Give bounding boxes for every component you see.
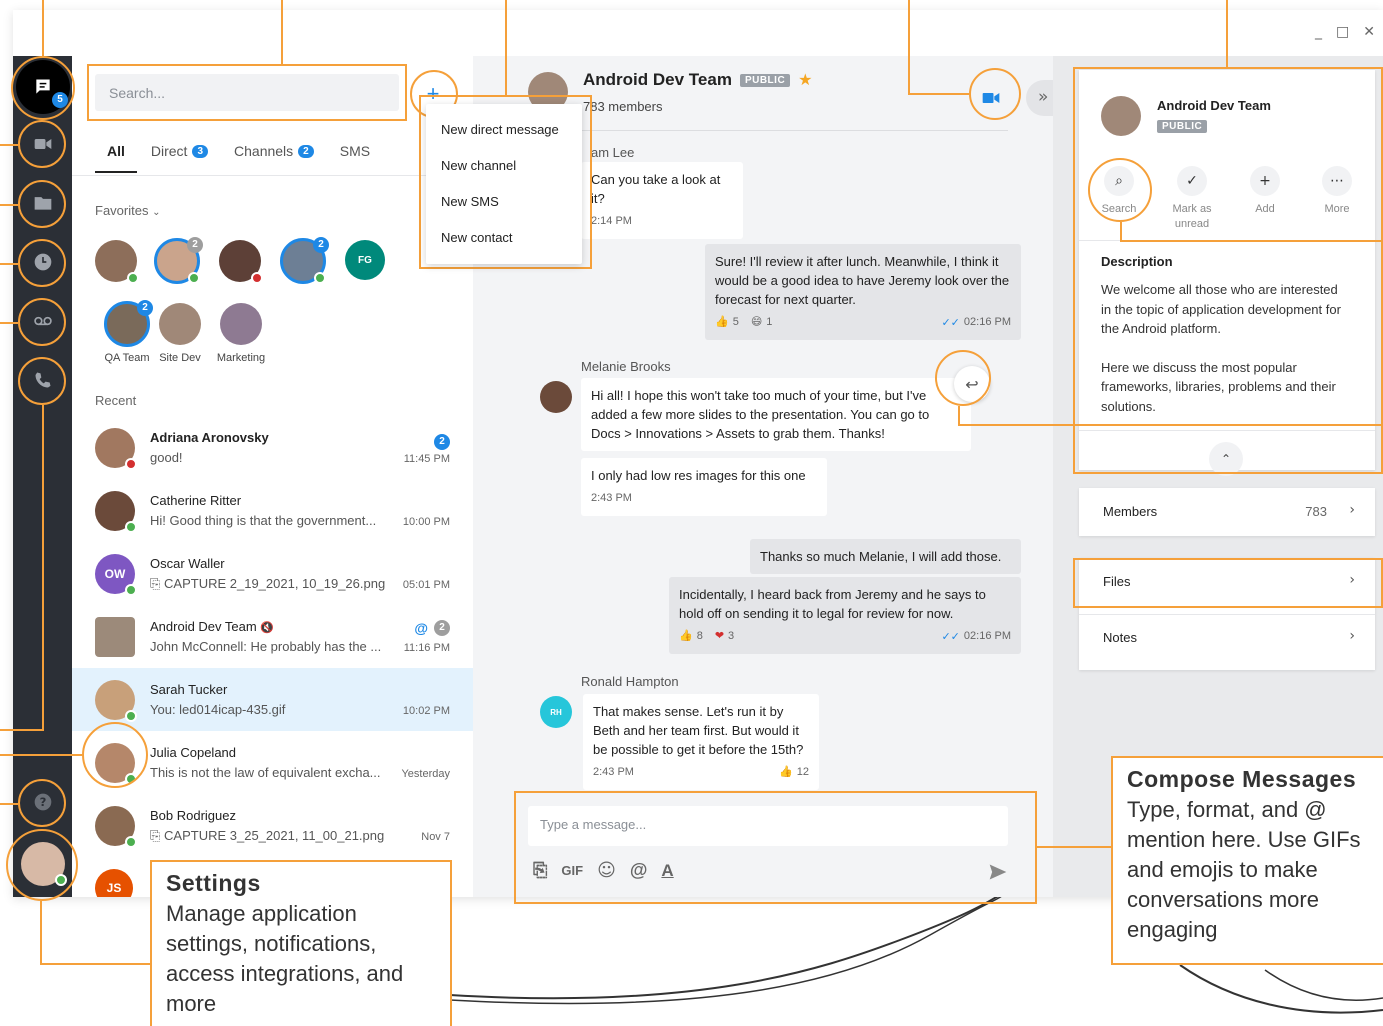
read-receipt-icon: ✓✓ — [941, 316, 960, 329]
sender-avatar — [540, 381, 572, 413]
conversation-item[interactable]: OW Oscar Waller ⎘ CAPTURE 2_19_2021, 10_… — [72, 542, 473, 605]
favorite-avatar[interactable] — [95, 240, 139, 284]
group-label: QA Team — [104, 352, 150, 364]
menu-item[interactable]: New contact — [426, 220, 582, 256]
message-bubble: Incidentally, I heard back from Jeremy a… — [669, 577, 1021, 654]
group-label: Site Dev — [159, 352, 201, 364]
message-sender: Melanie Brooks — [581, 359, 671, 374]
menu-item[interactable]: New direct message — [426, 112, 582, 148]
mute-icon: 🔇 — [260, 621, 275, 634]
tab-all[interactable]: All — [95, 136, 137, 173]
channel-title: Android Dev Team PUBLIC ★ — [583, 70, 813, 90]
group-avatar-qa-team[interactable]: 2 — [104, 300, 153, 347]
public-tag: PUBLIC — [739, 73, 791, 87]
conversation-item[interactable]: Sarah Tucker You: led014icap-435.gif 10:… — [72, 668, 473, 731]
tab-sms[interactable]: SMS — [340, 136, 370, 166]
favorite-avatar[interactable]: 2 — [154, 237, 203, 284]
conversation-item[interactable]: Android Dev Team 🔇 John McConnell: He pr… — [72, 605, 473, 668]
maximize-button[interactable]: □ — [1336, 24, 1349, 40]
favorites-label[interactable]: Favorites ⌄ — [95, 203, 160, 218]
conversation-item[interactable]: Bob Rodriguez ⎘ CAPTURE 3_25_2021, 11_00… — [72, 794, 473, 857]
message-bubble: I only had low res images for this one 2… — [581, 458, 827, 516]
read-receipt-icon: ✓✓ — [941, 630, 960, 643]
settings-callout: Settings Manage application settings, no… — [150, 860, 452, 1026]
members-row[interactable]: Members 783 › — [1079, 488, 1375, 536]
conversation-item[interactable]: Catherine Ritter Hi! Good thing is that … — [72, 479, 473, 542]
message-sender: am Lee — [591, 145, 635, 160]
message-bubble: Thanks so much Melanie, I will add those… — [750, 539, 1021, 574]
member-count: 783 members — [583, 99, 663, 114]
reaction[interactable]: 😄 1 — [751, 313, 773, 332]
filter-tabs: All Direct 3 Channels 2 SMS — [95, 136, 370, 173]
sender-avatar: RH — [540, 696, 572, 728]
recent-label: Recent — [95, 393, 137, 408]
reaction[interactable]: ❤ 3 — [715, 627, 734, 646]
message-bubble: Sure! I'll review it after lunch. Meanwh… — [705, 244, 1021, 340]
compose-callout: Compose Messages Type, format, and @ men… — [1111, 756, 1383, 965]
chevron-right-icon: › — [1349, 502, 1355, 518]
close-button[interactable]: ✕ — [1363, 24, 1375, 40]
menu-item[interactable]: New SMS — [426, 184, 582, 220]
group-label: Marketing — [216, 352, 266, 364]
conversation-item[interactable]: Adriana Aronovsky good! 2 11:45 PM — [72, 416, 473, 479]
minimize-button[interactable]: _ — [1315, 24, 1322, 40]
reaction[interactable]: 👍 5 — [715, 313, 739, 332]
attachment-icon: ⎘ — [150, 577, 161, 592]
group-avatar-site-dev[interactable] — [159, 303, 201, 345]
new-conversation-menu: New direct message New channel New SMS New … — [426, 104, 582, 264]
attachment-icon: ⎘ — [150, 829, 161, 844]
message-bubble: That makes sense. Let's run it by Beth a… — [583, 694, 819, 790]
tab-channels[interactable]: Channels 2 — [234, 136, 314, 166]
reaction[interactable]: 👍 8 — [679, 627, 703, 646]
menu-item[interactable]: New channel — [426, 148, 582, 184]
members-card[interactable]: Members 783 › — [1079, 488, 1375, 536]
group-avatar-marketing[interactable] — [220, 303, 262, 345]
notes-row[interactable]: Notes › — [1079, 614, 1375, 662]
favorite-avatar[interactable]: 2 — [280, 237, 329, 284]
chevron-down-icon: ⌄ — [152, 207, 161, 218]
star-icon[interactable]: ★ — [798, 70, 812, 90]
message-bubble: Can you take a look at it? 2:14 PM — [581, 162, 743, 239]
message-sender: Ronald Hampton — [581, 674, 679, 689]
favorite-avatar[interactable]: FG — [345, 240, 385, 280]
mention-icon: @ — [414, 620, 428, 636]
title-bar: _ □ ✕ — [13, 10, 1383, 56]
message-bubble: Hi all! I hope this won't take too much … — [581, 378, 971, 451]
favorite-avatar[interactable] — [219, 240, 263, 284]
chevron-right-icon: › — [1349, 628, 1355, 644]
reaction[interactable]: 👍 12 — [779, 763, 809, 782]
tab-direct[interactable]: Direct 3 — [151, 136, 209, 166]
